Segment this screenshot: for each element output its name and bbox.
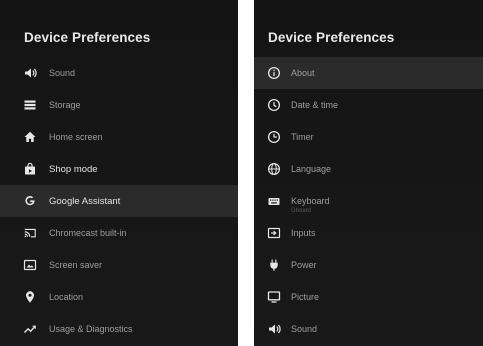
menu-item-label: Timer: [291, 132, 314, 142]
menu-item-picture[interactable]: Picture: [254, 281, 483, 313]
menu-item-label: Chromecast built-in: [49, 228, 127, 238]
page-title: Device Preferences: [24, 30, 151, 45]
menu-item-timer[interactable]: Timer: [254, 121, 483, 153]
menu-item-sound[interactable]: Sound: [254, 313, 483, 345]
menu-item-language[interactable]: Language: [254, 153, 483, 185]
menu-item-label: Date & time: [291, 100, 339, 110]
menu-item-label: Inputs: [291, 228, 316, 238]
menu-item-label: About: [291, 68, 315, 78]
menu-item-usage-diagnostics[interactable]: Usage & Diagnostics: [0, 313, 238, 345]
menu-item-label: Storage: [49, 100, 81, 110]
cast-icon: [23, 226, 37, 240]
power-plug-icon: [267, 258, 281, 272]
input-icon: [267, 226, 281, 240]
shop-bag-icon: [23, 162, 37, 176]
google-g-icon: [23, 194, 37, 208]
menu-item-label: Sound: [291, 324, 318, 334]
menu-item-label: Sound: [49, 68, 76, 78]
menu-item-storage[interactable]: Storage: [0, 89, 238, 121]
menu-item-label: Location: [49, 292, 84, 302]
storage-icon: [23, 98, 37, 112]
menu-item-sublabel: Gboard: [291, 208, 312, 214]
menu-item-label: Power: [291, 260, 317, 270]
page-title: Device Preferences: [268, 30, 395, 45]
device-preferences-panel-right: Device Preferences About Date & time Tim…: [254, 0, 483, 346]
globe-icon: [267, 162, 281, 176]
device-preferences-panel-left: Device Preferences Sound Storage Home sc…: [0, 0, 238, 346]
info-icon: [267, 66, 281, 80]
menu-item-label: Usage & Diagnostics: [49, 324, 133, 334]
menu-item-about[interactable]: About: [254, 57, 483, 89]
trend-icon: [23, 322, 37, 336]
menu-item-label: Screen saver: [49, 260, 103, 270]
menu-item-date-time[interactable]: Date & time: [254, 89, 483, 121]
keyboard-icon: [267, 194, 281, 208]
menu-item-label: Home screen: [49, 132, 103, 142]
monitor-icon: [267, 290, 281, 304]
settings-list: About Date & time Timer Language Keyboar…: [254, 57, 483, 345]
menu-item-google-assistant[interactable]: Google Assistant: [0, 185, 238, 217]
home-icon: [23, 130, 37, 144]
menu-item-label: Google Assistant: [49, 195, 121, 207]
speaker-icon: [267, 322, 281, 336]
menu-item-screen-saver[interactable]: Screen saver: [0, 249, 238, 281]
settings-list: Sound Storage Home screen Shop mode Goog…: [0, 57, 238, 345]
menu-item-inputs[interactable]: Inputs: [254, 217, 483, 249]
menu-item-label: Keyboard: [291, 196, 330, 206]
menu-item-home-screen[interactable]: Home screen: [0, 121, 238, 153]
speaker-icon: [23, 66, 37, 80]
menu-item-location[interactable]: Location: [0, 281, 238, 313]
menu-item-shop-mode[interactable]: Shop mode: [0, 153, 238, 185]
screen-saver-icon: [23, 258, 37, 272]
location-pin-icon: [23, 290, 37, 304]
menu-item-label: Language: [291, 164, 332, 174]
menu-item-power[interactable]: Power: [254, 249, 483, 281]
clock-icon: [267, 98, 281, 112]
menu-item-label: Shop mode: [49, 163, 98, 175]
menu-item-keyboard[interactable]: Keyboard Gboard: [254, 185, 483, 217]
timer-icon: [267, 130, 281, 144]
menu-item-sound[interactable]: Sound: [0, 57, 238, 89]
menu-item-label: Picture: [291, 292, 320, 302]
menu-item-chromecast[interactable]: Chromecast built-in: [0, 217, 238, 249]
